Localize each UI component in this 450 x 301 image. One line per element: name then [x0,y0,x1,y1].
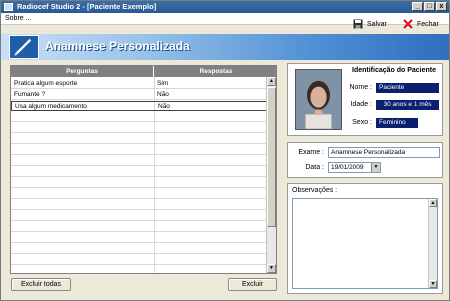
empty-row [11,112,268,122]
answer-cell[interactable]: Sim [154,79,268,89]
app-window: Radiocef Studio 2 - [Paciente Exemplo] _… [0,0,450,301]
close-window-button[interactable]: x [436,2,447,11]
question-cell[interactable]: Pratica algum esporte [11,79,154,89]
observations-label: Observações : [292,187,338,194]
empty-row [11,222,268,232]
scroll-thumb[interactable] [267,87,276,227]
close-button[interactable]: Fechar [403,19,439,29]
empty-row [11,145,268,155]
close-label: Fechar [417,20,439,28]
app-icon [4,3,13,11]
delete-button[interactable]: Excluir [228,278,277,291]
patient-photo [295,69,342,130]
page-header: Anamnese Personalizada [1,34,449,60]
toolbar: Salvar Fechar [1,14,449,34]
empty-row [11,255,268,265]
question-cell[interactable]: Usa algum medicamento [12,102,155,112]
date-picker[interactable]: 19/01/2009 ▼ [328,162,381,173]
sex-label: Sexo : [352,119,372,126]
empty-row [11,178,268,188]
scroll-up-button[interactable]: ▲ [429,199,437,207]
scroll-down-button[interactable]: ▼ [267,264,276,273]
exam-panel: Exame : Anamnese Personalizada Data : 19… [287,142,443,178]
name-label: Nome : [349,84,372,91]
exam-field[interactable]: Anamnese Personalizada [328,147,440,158]
empty-row [11,244,268,254]
observations-panel: Observações : ▲ ▼ [287,183,443,294]
table-row-selected[interactable]: Usa algum medicamento Não [11,101,268,111]
empty-row [11,200,268,210]
answer-cell[interactable]: Não [155,102,269,112]
empty-row [11,167,268,177]
exam-label: Exame : [298,149,324,156]
close-icon [403,19,413,29]
column-header-answers[interactable]: Respostas [154,66,276,77]
patient-section-title: Identificação do Paciente [352,67,437,74]
empty-row [11,211,268,221]
page-title: Anamnese Personalizada [45,39,190,53]
scroll-up-button[interactable]: ▲ [267,77,276,86]
minimize-button[interactable]: _ [412,2,423,11]
name-value: Paciente [376,83,439,93]
age-value: 30 anos e 1 mês [376,100,439,110]
patient-identification-panel: Identificação do Paciente Nome : Pacient… [287,63,443,136]
table-row[interactable]: Fumante ? Não [11,90,268,100]
window-title: Radiocef Studio 2 - [Paciente Exemplo] [17,2,157,11]
empty-row [11,233,268,243]
column-header-questions[interactable]: Perguntas [11,66,154,77]
table-row[interactable]: Pratica algum esporte Sim [11,79,268,89]
pen-logo-icon [9,35,39,59]
sex-value: Feminino [376,118,418,128]
date-dropdown-button[interactable]: ▼ [371,163,380,172]
grid-scrollbar[interactable]: ▲ ▼ [266,77,276,273]
maximize-button[interactable]: □ [424,2,435,11]
question-cell[interactable]: Fumante ? [11,90,154,100]
delete-all-button[interactable]: Excluir todas [11,278,71,291]
empty-row [11,189,268,199]
save-button[interactable]: Salvar [353,19,387,29]
empty-row [11,123,268,133]
anamnesis-grid[interactable]: Perguntas Respostas Pratica algum esport… [10,65,277,274]
title-bar: Radiocef Studio 2 - [Paciente Exemplo] _… [1,1,449,13]
observations-textarea[interactable]: ▲ ▼ [292,198,438,289]
window-controls: _ □ x [412,2,447,11]
floppy-disk-icon [353,19,363,29]
date-label: Data : [305,164,324,171]
answer-cell[interactable]: Não [154,90,268,100]
age-label: Idade : [350,101,372,108]
scroll-down-button[interactable]: ▼ [429,280,437,288]
save-label: Salvar [367,20,387,28]
empty-row [11,156,268,166]
date-value: 19/01/2009 [331,164,364,171]
empty-row [11,134,268,144]
observations-scrollbar[interactable]: ▲ ▼ [428,199,437,288]
